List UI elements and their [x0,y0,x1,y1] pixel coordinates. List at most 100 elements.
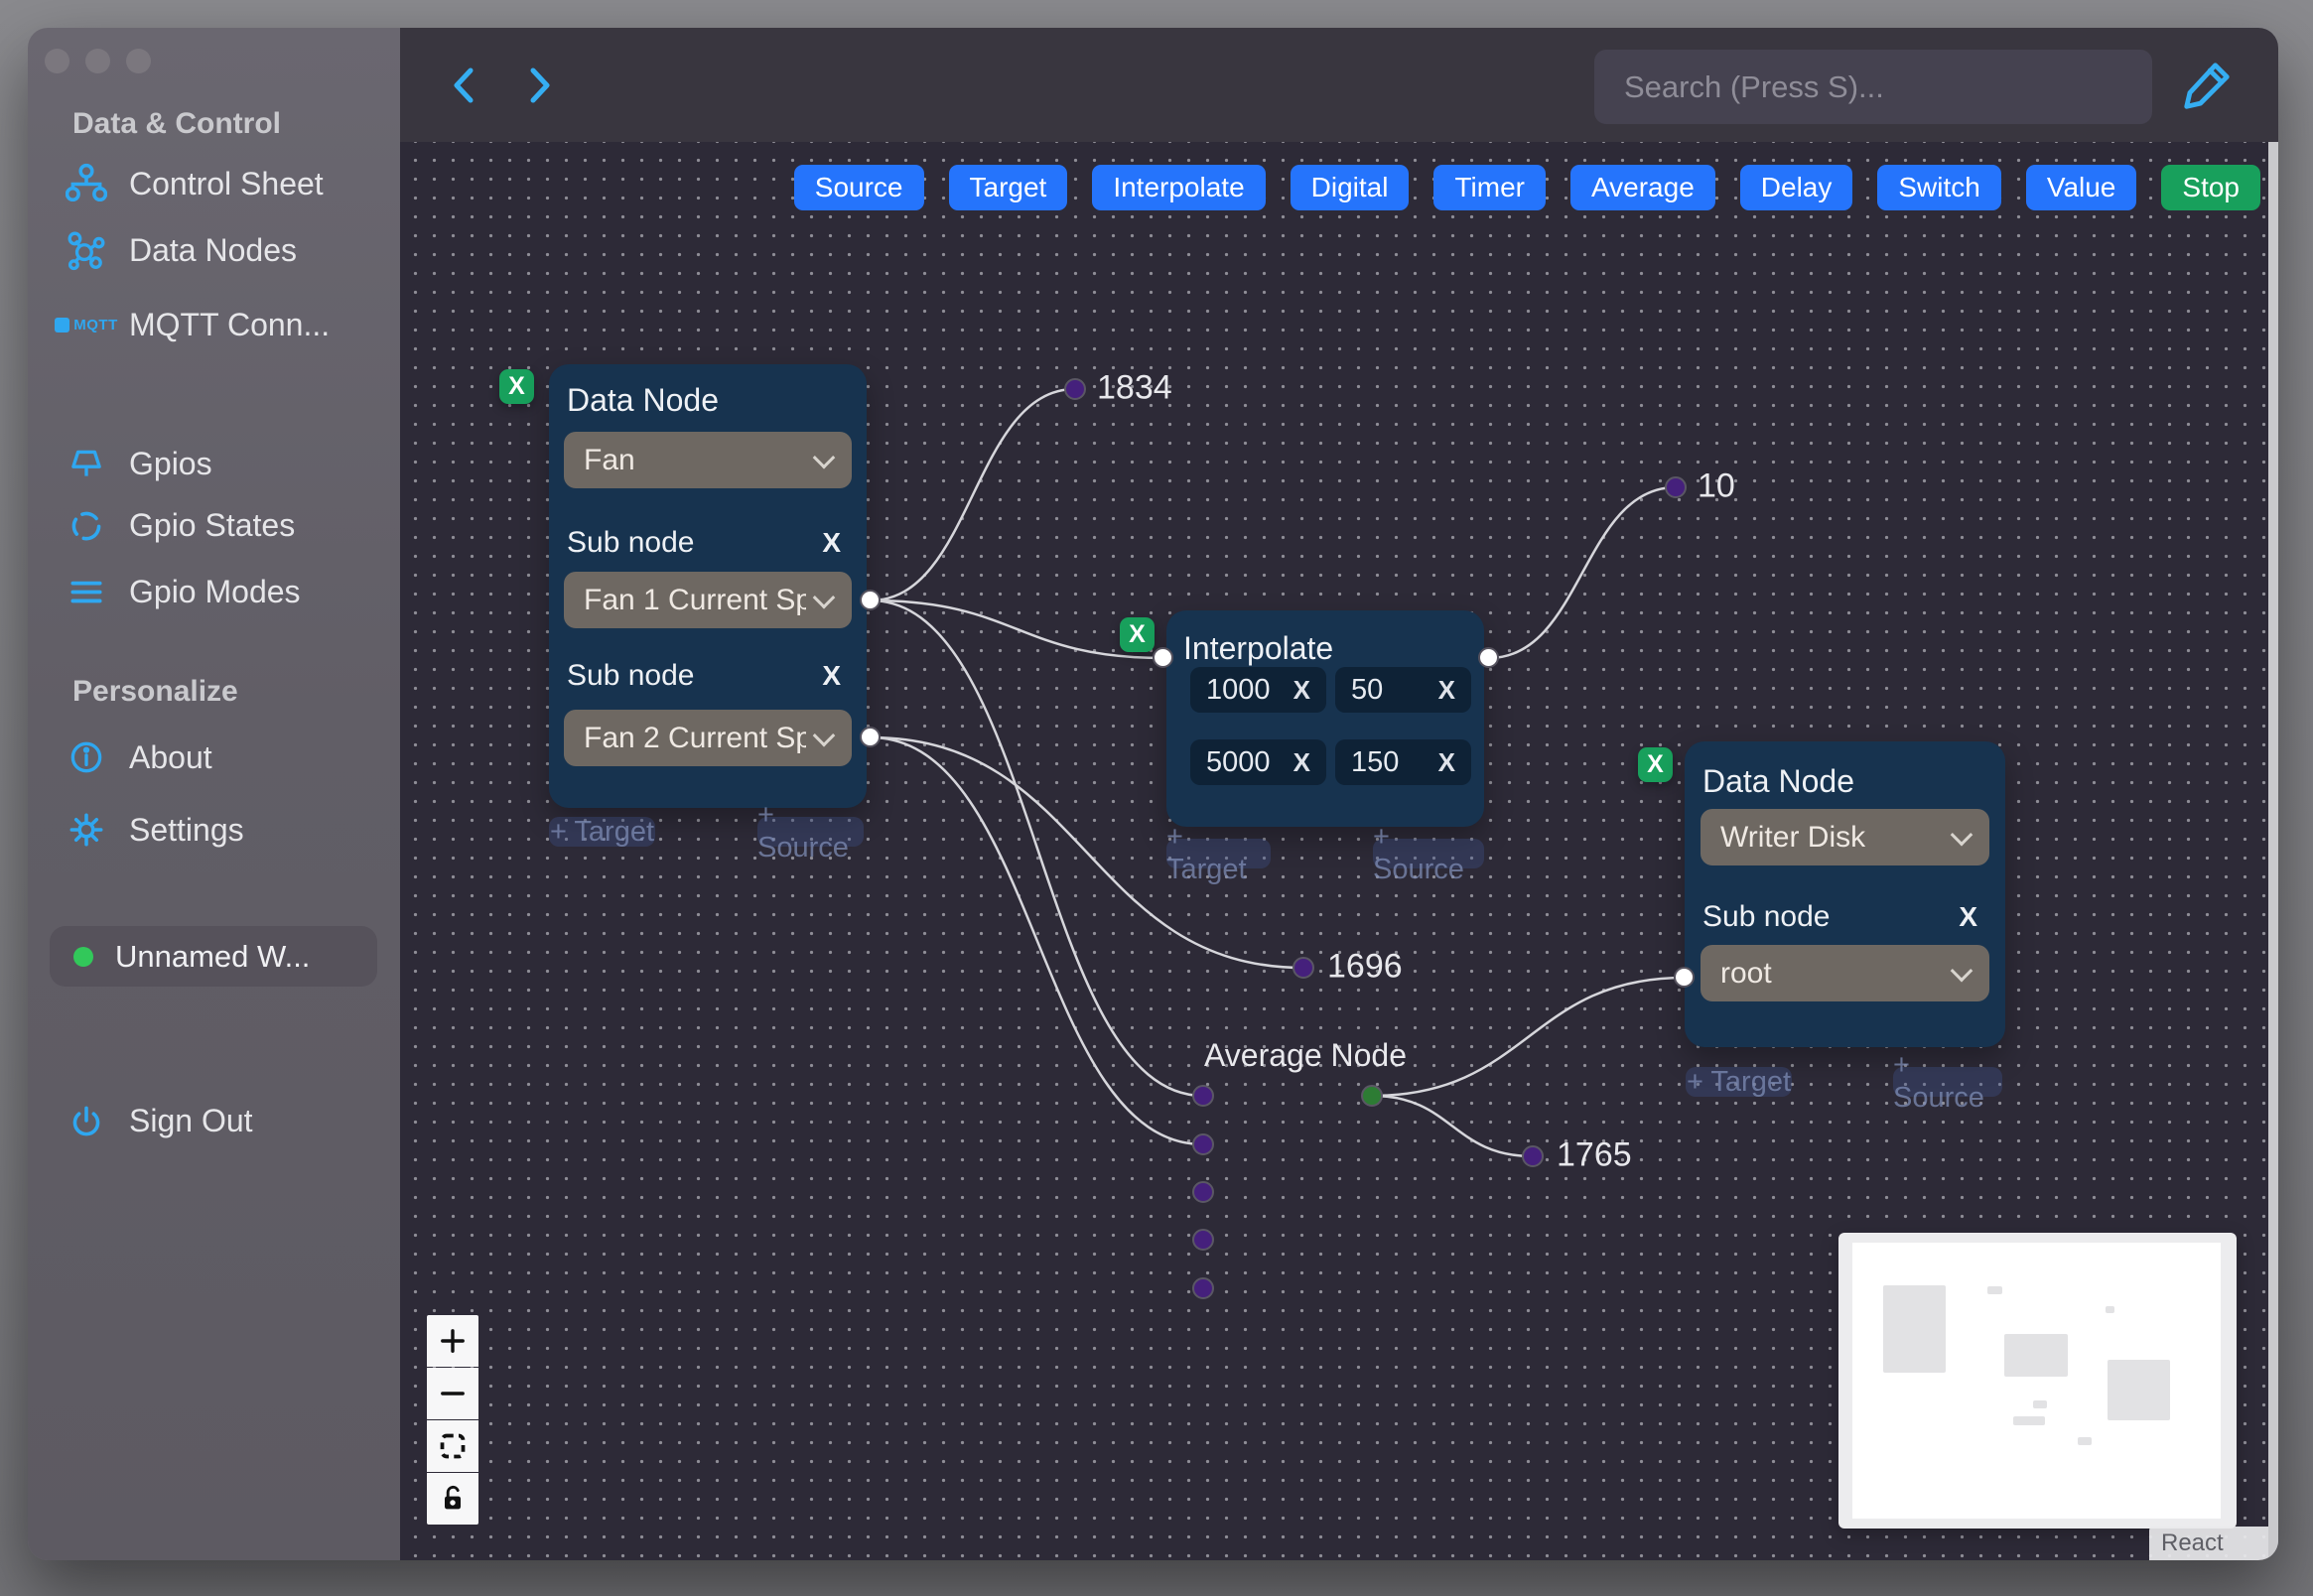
fan-add-source-button[interactable]: + Source [757,799,864,864]
vertical-scrollbar[interactable] [2268,142,2278,1560]
edge [1371,976,1686,1098]
fan-add-target-button[interactable]: + Target [549,816,655,848]
interpolate-add-target-button[interactable]: + Target [1166,821,1271,885]
add-interpolate-node-button[interactable]: Interpolate [1092,165,1266,210]
lock-icon-button[interactable] [427,1473,478,1525]
sidebar-item-mqtt[interactable]: MQTT MQTT Conn... [55,302,330,347]
interpolate-node-remove-button[interactable]: X [1120,617,1155,652]
writer-subnode-select[interactable]: root [1701,945,1989,1001]
minimap-node [1987,1286,2002,1294]
value-port-1696[interactable] [1293,957,1314,979]
fan-node-remove-button[interactable]: X [499,369,534,404]
interpolate-source-handle[interactable] [1478,647,1499,668]
search-input[interactable] [1594,50,2152,124]
workspace-label: Unnamed W... [115,938,311,974]
sidebar: Data & Control Control Sheet Data Nodes [28,28,400,1560]
edge-value-label: 10 [1698,466,1735,505]
value-port-1834[interactable] [1064,378,1086,400]
clear-input-button[interactable]: X [1293,675,1310,706]
average-input-port-2[interactable] [1192,1133,1214,1155]
average-input-port-1[interactable] [1192,1085,1214,1107]
edge [1371,1094,1534,1158]
average-input-port-4[interactable] [1192,1229,1214,1251]
header [400,28,2278,142]
writer-root-target-handle[interactable] [1674,967,1695,988]
traffic-light-minimize[interactable] [85,49,110,73]
sidebar-item-label: Control Sheet [129,165,324,201]
value-port-10[interactable] [1665,476,1687,498]
interpolate-input-4[interactable]: 150 X [1335,739,1471,785]
fan-sub1-source-handle[interactable] [860,590,881,610]
add-delay-node-button[interactable]: Delay [1739,165,1853,210]
react-flow-attribution[interactable]: React Flow [2149,1527,2278,1560]
pencil-icon[interactable] [2177,54,2237,117]
list-lines-icon [64,572,109,611]
sidebar-item-label: Settings [129,811,244,848]
clear-input-button[interactable]: X [1438,675,1455,706]
fan-subnode2-select[interactable]: Fan 2 Current Spe [564,710,852,766]
fan-device-select[interactable]: Fan [564,432,852,488]
chevron-left-icon[interactable] [450,66,479,105]
add-digital-node-button[interactable]: Digital [1290,165,1410,210]
app-window: Data & Control Control Sheet Data Nodes [28,28,2278,1560]
flow-canvas[interactable]: Source Target Interpolate Digital Timer … [400,142,2278,1560]
writer-add-target-button[interactable]: + Target [1686,1066,1792,1098]
interpolate-input-1[interactable]: 1000 X [1190,667,1326,713]
sidebar-item-gpio-modes[interactable]: Gpio Modes [64,569,301,614]
writer-device-select[interactable]: Writer Disk [1701,809,1989,865]
traffic-light-zoom[interactable] [126,49,151,73]
interpolate-node[interactable]: Interpolate 1000 X 50 X 5000 X 150 X [1166,610,1484,827]
writer-node-remove-button[interactable]: X [1638,747,1673,782]
interpolate-input-3[interactable]: 5000 X [1190,739,1326,785]
add-switch-node-button[interactable]: Switch [1877,165,2001,210]
fan-sub2-source-handle[interactable] [860,727,881,747]
sidebar-item-about[interactable]: About [64,734,212,780]
sidebar-item-settings[interactable]: Settings [64,807,244,853]
writer-data-node[interactable]: Data Node Writer Disk Sub node X root [1685,741,2005,1047]
interpolate-input-2[interactable]: 50 X [1335,667,1471,713]
edge [870,735,1204,1146]
minimap-node [2013,1416,2045,1425]
traffic-light-close[interactable] [45,49,69,73]
gear-icon [64,810,109,850]
zoom-out-button[interactable] [427,1368,478,1419]
clear-input-button[interactable]: X [1438,747,1455,778]
control-sheet-icon [64,163,109,203]
fit-view-button[interactable] [427,1420,478,1472]
remove-subnode-button[interactable]: X [822,527,841,559]
minimap-node [2108,1360,2170,1420]
minimap[interactable] [1838,1233,2237,1529]
add-source-node-button[interactable]: Source [793,165,924,210]
zoom-in-button[interactable] [427,1315,478,1367]
add-timer-node-button[interactable]: Timer [1433,165,1546,210]
writer-add-source-button[interactable]: + Source [1893,1049,2002,1114]
sidebar-item-gpio-states[interactable]: Gpio States [64,502,295,548]
interpolate-target-handle[interactable] [1153,647,1173,668]
fan-data-node[interactable]: Data Node Fan Sub node X Fan 1 Current S… [549,364,867,808]
average-output-port[interactable] [1361,1085,1383,1107]
sidebar-item-control-sheet[interactable]: Control Sheet [64,161,324,206]
dashed-circle-icon [64,505,109,545]
add-average-node-button[interactable]: Average [1569,165,1715,210]
clear-input-button[interactable]: X [1293,747,1310,778]
sidebar-item-gpios[interactable]: Gpios [64,441,212,486]
average-input-port-3[interactable] [1192,1181,1214,1203]
fan-subnode1-select[interactable]: Fan 1 Current Spe [564,572,852,628]
edge [870,598,1204,1098]
add-target-node-button[interactable]: Target [948,165,1068,210]
workspace-status-dot [73,946,93,967]
gpio-pin-icon [64,444,109,483]
average-input-port-5[interactable] [1192,1277,1214,1299]
remove-subnode-button[interactable]: X [822,660,841,692]
node-toolbar: Source Target Interpolate Digital Timer … [793,165,2260,210]
stop-button[interactable]: Stop [2161,165,2260,210]
chevron-right-icon[interactable] [526,66,556,105]
sidebar-item-sign-out[interactable]: Sign Out [64,1098,253,1143]
value-port-1765[interactable] [1522,1145,1544,1167]
interpolate-add-source-button[interactable]: + Source [1373,821,1484,885]
writer-subnode-row: Sub node X [1702,900,1977,933]
sidebar-item-workspace[interactable]: Unnamed W... [50,926,377,987]
add-value-node-button[interactable]: Value [2025,165,2137,210]
remove-subnode-button[interactable]: X [1959,901,1977,933]
sidebar-item-data-nodes[interactable]: Data Nodes [64,227,297,273]
